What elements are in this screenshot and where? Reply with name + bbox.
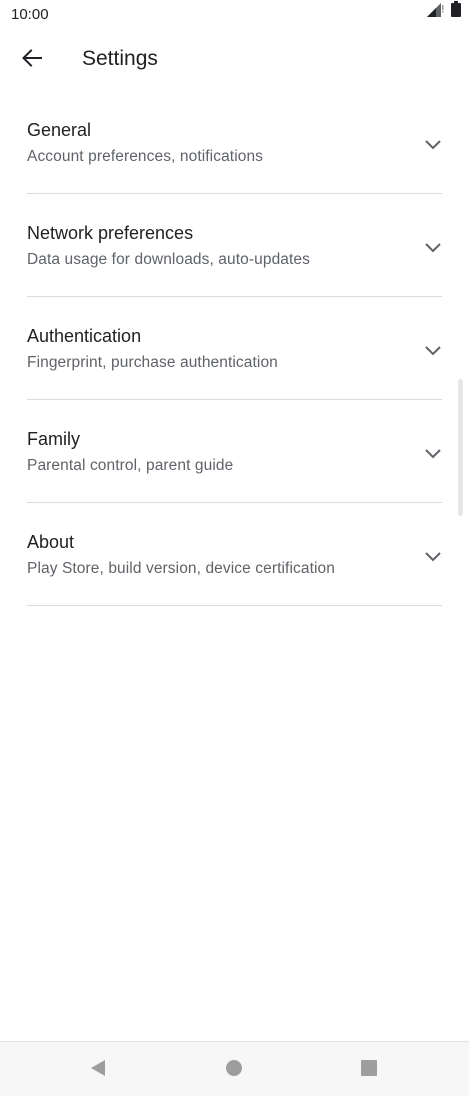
arrow-back-icon [22,48,42,72]
chevron-down-icon[interactable] [423,237,443,257]
nav-recents-button[interactable] [357,1058,381,1082]
chevron-down-icon[interactable] [423,546,443,566]
status-time: 10:00 [11,6,49,23]
settings-item-subtitle: Play Store, build version, device certif… [27,560,335,577]
settings-item-title: Family [27,429,80,449]
settings-item-title: General [27,120,92,140]
divider [27,605,442,606]
settings-item-title: Authentication [27,326,142,346]
chevron-down-icon[interactable] [423,340,443,360]
settings-screen: 10:00 Settings General Account preferenc… [0,0,469,1096]
settings-item-subtitle: Parental control, parent guide [27,457,234,474]
app-bar: Settings [0,30,469,90]
chevron-down-icon[interactable] [423,134,443,154]
settings-item-title: Network preferences [27,223,194,243]
home-circle-icon [225,1059,243,1082]
settings-item-family[interactable]: Family Parental control, parent guide [0,400,469,503]
nav-back-button[interactable] [86,1058,110,1082]
signal-icon [427,3,445,22]
page-title: Settings [82,47,158,70]
back-triangle-icon [89,1059,107,1082]
settings-item-about[interactable]: About Play Store, build version, device … [0,503,469,606]
settings-item-title: About [27,532,75,552]
settings-item-network-preferences[interactable]: Network preferences Data usage for downl… [0,194,469,297]
status-bar: 10:00 [0,0,469,30]
recents-square-icon [360,1059,378,1082]
scrollbar[interactable] [458,379,463,516]
status-icons [427,1,461,22]
settings-item-subtitle: Data usage for downloads, auto-updates [27,251,310,268]
settings-item-authentication[interactable]: Authentication Fingerprint, purchase aut… [0,297,469,400]
settings-item-subtitle: Account preferences, notifications [27,148,264,165]
navigation-bar [0,1041,469,1096]
battery-icon [451,1,461,22]
settings-item-subtitle: Fingerprint, purchase authentication [27,354,278,371]
nav-home-button[interactable] [222,1058,246,1082]
settings-item-general[interactable]: General Account preferences, notificatio… [0,91,469,194]
settings-list: General Account preferences, notificatio… [0,91,469,606]
chevron-down-icon[interactable] [423,443,443,463]
back-button[interactable] [12,40,52,80]
